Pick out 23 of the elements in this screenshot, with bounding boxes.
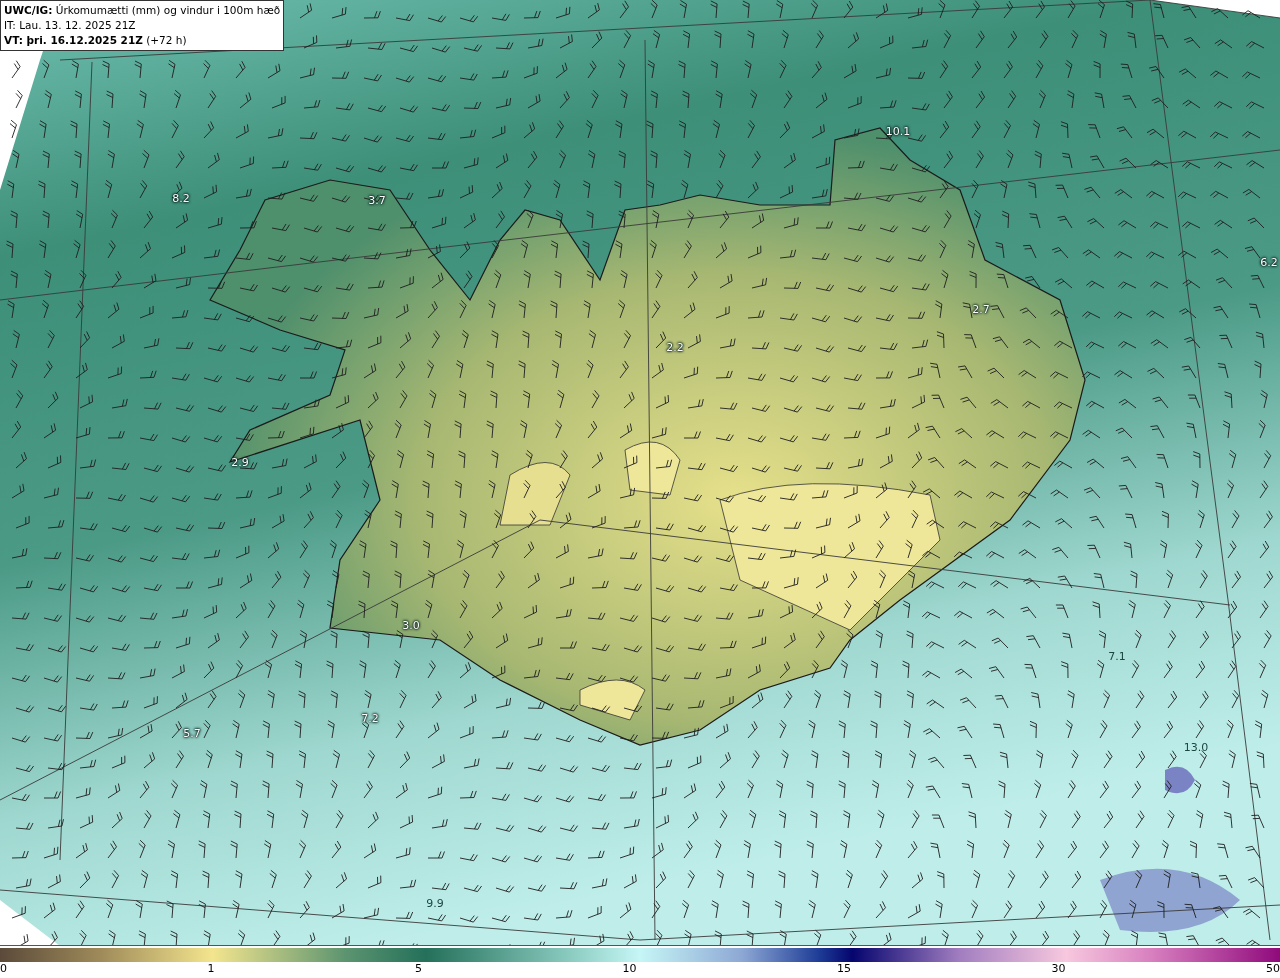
issued-time: IT: Lau. 13. 12. 2025 21Z: [4, 18, 137, 33]
colorbar-tick-label: 5: [415, 962, 422, 976]
colorbar-tick-label: 15: [837, 962, 851, 976]
value-label: 9.9: [426, 896, 444, 910]
value-label: 6.2: [1260, 255, 1278, 269]
value-label: 3.7: [368, 193, 386, 207]
value-label: 13.0: [1183, 740, 1209, 754]
colorbar-tick-label: 50: [1266, 962, 1280, 976]
valid-time: VT: þri. 16.12.2025 21Z (+72 h): [4, 33, 188, 48]
colorbar-tick-label: 1: [207, 962, 215, 976]
colorbar-tick-label: 30: [1051, 962, 1066, 976]
value-label: 10.1: [885, 124, 911, 138]
value-label: 2.9: [231, 455, 249, 469]
value-label: 7.2: [361, 711, 379, 725]
colorbar-tick-label: 10: [622, 962, 637, 976]
value-label: 5.7: [183, 726, 201, 740]
value-label: 7.1: [1108, 649, 1126, 663]
value-label: 2.7: [972, 302, 990, 316]
value-label: 2.2: [666, 340, 684, 354]
map-title: UWC/IG: Úrkomumætti (mm) og vindur i 100m hæð: [4, 3, 281, 18]
colorbar-tick-label: 0: [0, 962, 7, 976]
value-label: 8.2: [172, 191, 190, 205]
value-label: 3.0: [402, 618, 420, 632]
